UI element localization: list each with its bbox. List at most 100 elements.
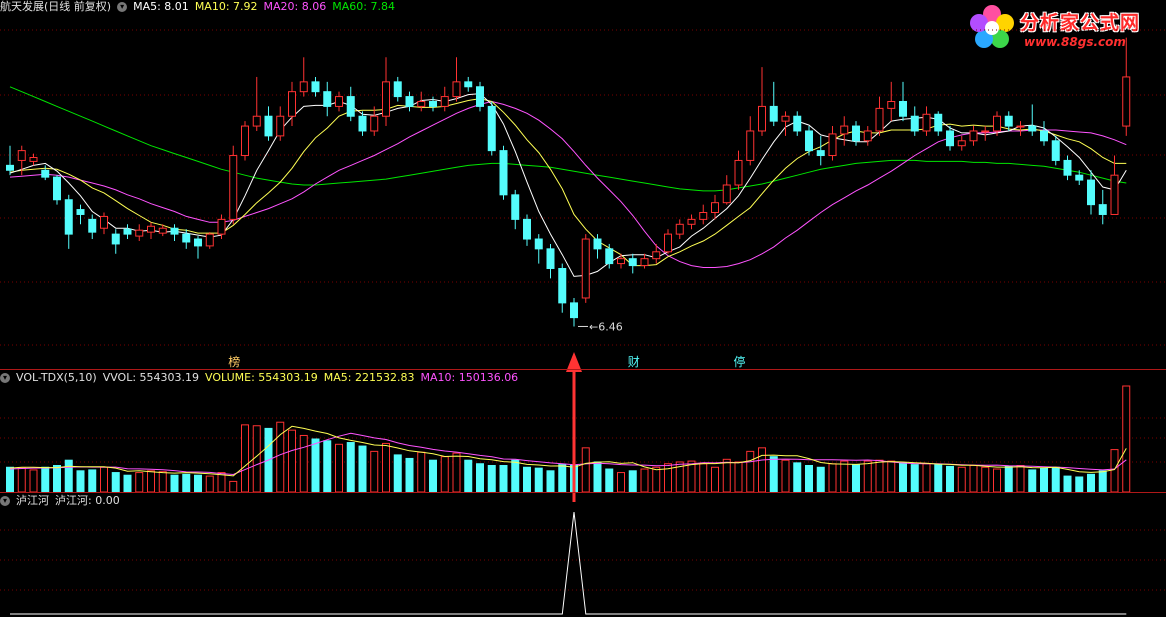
candle-body-down — [53, 176, 61, 201]
chevron-down-icon[interactable]: ▾ — [0, 496, 10, 506]
candle — [464, 76, 473, 92]
candle-body-up — [981, 130, 990, 133]
indicator-panel-header: ▾ 泸江河 泸江河: 0.00 — [0, 494, 126, 508]
volume-bar-up — [687, 460, 696, 493]
candle — [640, 253, 649, 269]
volume-bar-down — [899, 462, 907, 493]
volume-bar-down — [499, 465, 508, 493]
candle — [934, 111, 943, 136]
candle — [264, 106, 273, 141]
candle-body-down — [464, 81, 473, 88]
volume-bar-up — [452, 452, 461, 493]
candle-body-down — [405, 96, 414, 107]
candle-body-down — [816, 150, 825, 157]
candle-body-down — [793, 115, 802, 132]
candle — [276, 106, 285, 141]
candle — [476, 81, 484, 112]
candle — [1087, 170, 1095, 215]
volume-bar-up — [382, 442, 390, 493]
candle-body-up — [652, 251, 661, 260]
candle-body-up — [617, 258, 625, 265]
volume-bar-up — [840, 460, 849, 493]
candle — [805, 126, 813, 156]
volume-bar-down — [558, 464, 567, 493]
candle-body-up — [1110, 174, 1119, 215]
candle-body-down — [346, 96, 355, 117]
volume-bar-up — [758, 447, 766, 493]
candle — [946, 126, 954, 151]
candle — [100, 212, 108, 235]
volume-bar-down — [1075, 476, 1084, 493]
candle — [722, 175, 731, 205]
volume-bar-down — [1063, 475, 1072, 493]
low-marker-label: ←6.46 — [589, 320, 623, 333]
volume-bar-down — [487, 465, 496, 493]
panel-divider-volume[interactable] — [0, 369, 1166, 370]
candle — [370, 106, 379, 136]
candle — [816, 135, 825, 166]
candle-body-up — [640, 258, 649, 267]
panel-divider-indicator[interactable] — [0, 492, 1166, 493]
candle-body-down — [852, 125, 860, 142]
candle — [1110, 155, 1119, 215]
volume-indicator-name[interactable]: VOL-TDX(5,10) — [16, 371, 97, 384]
candle-body-down — [6, 164, 14, 171]
candle-body-up — [241, 125, 249, 157]
volume-bar-down — [1098, 470, 1107, 493]
volume-bar-up — [299, 434, 308, 493]
volume-bar-down — [1087, 473, 1095, 493]
candle-body-up — [957, 140, 966, 147]
volume-bar-down — [511, 459, 520, 493]
price-ma5-line — [9, 93, 1127, 277]
candle-body-down — [41, 169, 50, 178]
candle — [546, 243, 555, 279]
candle-body-up — [205, 233, 214, 247]
volume-bar-up — [722, 458, 731, 493]
volume-bar-up — [981, 466, 990, 493]
volume-bar-up — [1122, 385, 1131, 493]
volume-bar-down — [6, 466, 14, 493]
candle — [182, 229, 191, 249]
candle-body-up — [863, 130, 872, 142]
indicator-name[interactable]: 泸江河 — [16, 494, 49, 507]
candle-body-down — [499, 150, 508, 196]
candle — [194, 236, 202, 259]
volume-bar-down — [946, 465, 954, 493]
candle — [417, 91, 426, 112]
event-tag: 榜 — [228, 354, 240, 369]
candle-body-down — [946, 130, 954, 147]
candle — [53, 175, 61, 205]
candle-body-down — [899, 101, 907, 117]
candle-body-down — [88, 218, 97, 233]
volume-panel-header: ▾ VOL-TDX(5,10) VVOL: 554303.19 VOLUME: 554… — [0, 371, 524, 385]
volume-bar-up — [875, 459, 884, 493]
candle — [76, 204, 85, 225]
candle-body-up — [252, 115, 261, 127]
candle — [781, 111, 790, 136]
volume-bar-down — [393, 454, 402, 493]
volume-bar-down — [546, 470, 555, 493]
candle-body-up — [758, 105, 766, 132]
volume-bar-down — [64, 459, 73, 493]
candle — [746, 116, 755, 166]
candle-body-down — [523, 218, 531, 240]
candle-body-up — [100, 215, 108, 229]
candle-body-up — [440, 96, 449, 107]
chart-canvas[interactable]: ←6.46 榜 财 停 — [0, 0, 1166, 617]
candle-body-down — [123, 228, 132, 235]
candle-body-down — [1075, 174, 1084, 181]
volume-bar-down — [53, 465, 61, 493]
volume-bar-up — [147, 470, 155, 493]
chevron-down-icon[interactable]: ▾ — [0, 373, 10, 383]
volume-bar-down — [1040, 467, 1048, 493]
candle-body-up — [781, 115, 790, 122]
candle-body-up — [382, 81, 390, 117]
volume-bar-up — [440, 456, 449, 493]
candle — [570, 297, 578, 327]
candle-body-up — [687, 218, 696, 225]
candle — [734, 150, 743, 190]
volume-bar-up — [288, 429, 296, 493]
volume-bar-down — [311, 438, 320, 493]
candle-body-down — [805, 130, 813, 152]
candle — [511, 189, 520, 230]
